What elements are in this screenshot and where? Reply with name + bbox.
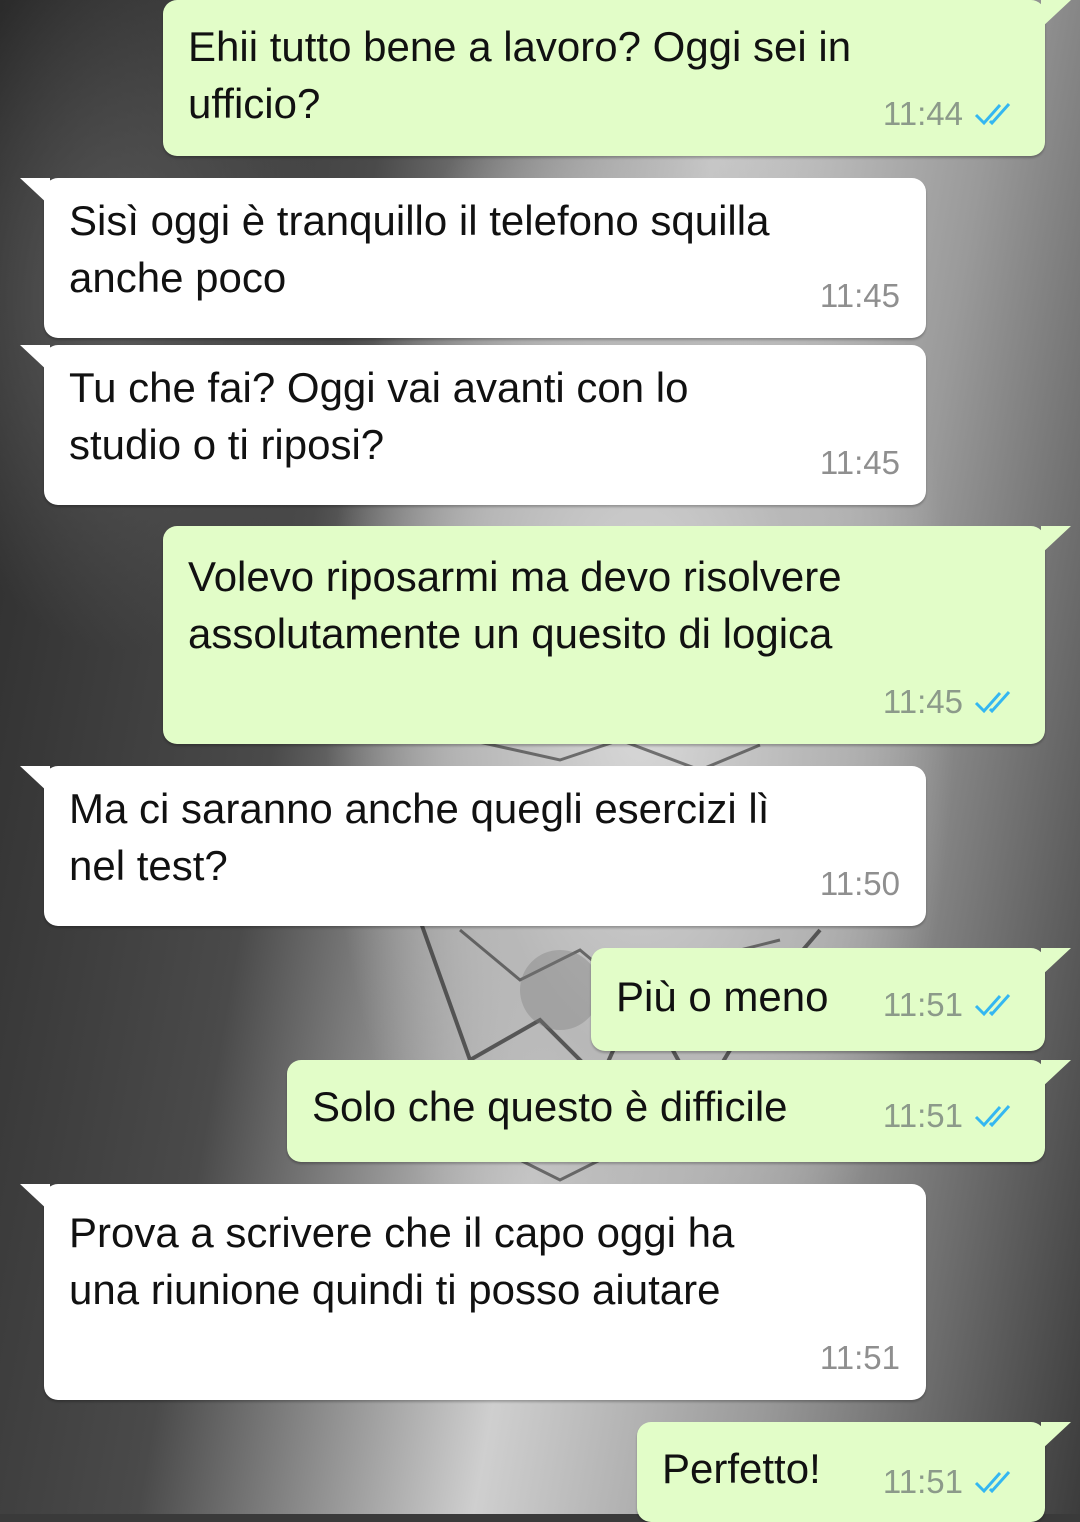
message-bubble-outgoing[interactable]: Solo che questo è difficile 11:51	[287, 1060, 1071, 1162]
message-meta: 11:51	[883, 1453, 1019, 1510]
message-text: Tu che fai? Oggi vai avanti con lo studi…	[69, 364, 689, 468]
message-meta: 11:45	[820, 434, 900, 491]
message-meta: 11:51	[883, 1087, 1019, 1144]
message-bubble-outgoing[interactable]: Perfetto! 11:51	[637, 1422, 1071, 1522]
message-meta: 11:51	[883, 976, 1019, 1033]
double-check-read-icon	[974, 1470, 1011, 1493]
message-time: 11:51	[819, 1339, 900, 1376]
message-time: 11:51	[882, 1097, 963, 1134]
message-time: 11:45	[819, 277, 900, 314]
message-text: Ehii tutto bene a lavoro? Oggi sei in uf…	[188, 23, 852, 127]
message-bubble-outgoing[interactable]: Ehii tutto bene a lavoro? Oggi sei in uf…	[163, 0, 1071, 156]
message-time: 11:45	[882, 683, 963, 720]
message-time: 11:50	[819, 865, 900, 902]
message-text: Volevo riposarmi ma devo risolvere assol…	[188, 553, 842, 657]
message-bubble-incoming[interactable]: Ma ci saranno anche quegli esercizi lì n…	[20, 766, 926, 926]
double-check-read-icon	[974, 1104, 1011, 1127]
message-text: Sisì oggi è tranquillo il telefono squil…	[69, 197, 770, 301]
double-check-read-icon	[974, 102, 1011, 125]
message-meta: 11:44	[883, 85, 1019, 142]
message-text: Ma ci saranno anche quegli esercizi lì n…	[69, 785, 770, 889]
message-meta: 11:50	[820, 855, 900, 912]
message-meta: 11:51	[820, 1329, 900, 1386]
message-meta: 11:45	[883, 673, 1019, 730]
message-text: Più o meno	[616, 973, 829, 1020]
message-bubble-incoming[interactable]: Prova a scrivere che il capo oggi ha una…	[20, 1184, 926, 1400]
message-bubble-outgoing[interactable]: Più o meno 11:51	[591, 948, 1071, 1051]
message-bubble-outgoing[interactable]: Volevo riposarmi ma devo risolvere assol…	[163, 526, 1071, 744]
message-text: Prova a scrivere che il capo oggi ha una…	[69, 1209, 735, 1313]
double-check-read-icon	[974, 690, 1011, 713]
message-time: 11:51	[882, 986, 963, 1023]
message-bubble-incoming[interactable]: Tu che fai? Oggi vai avanti con lo studi…	[20, 345, 926, 505]
message-time: 11:51	[882, 1463, 963, 1500]
double-check-read-icon	[974, 993, 1011, 1016]
message-meta: 11:45	[820, 267, 900, 324]
message-time: 11:45	[819, 444, 900, 481]
message-text: Solo che questo è difficile	[312, 1083, 788, 1130]
message-text: Perfetto!	[662, 1445, 821, 1492]
message-time: 11:44	[882, 95, 963, 132]
message-bubble-incoming[interactable]: Sisì oggi è tranquillo il telefono squil…	[20, 178, 926, 338]
